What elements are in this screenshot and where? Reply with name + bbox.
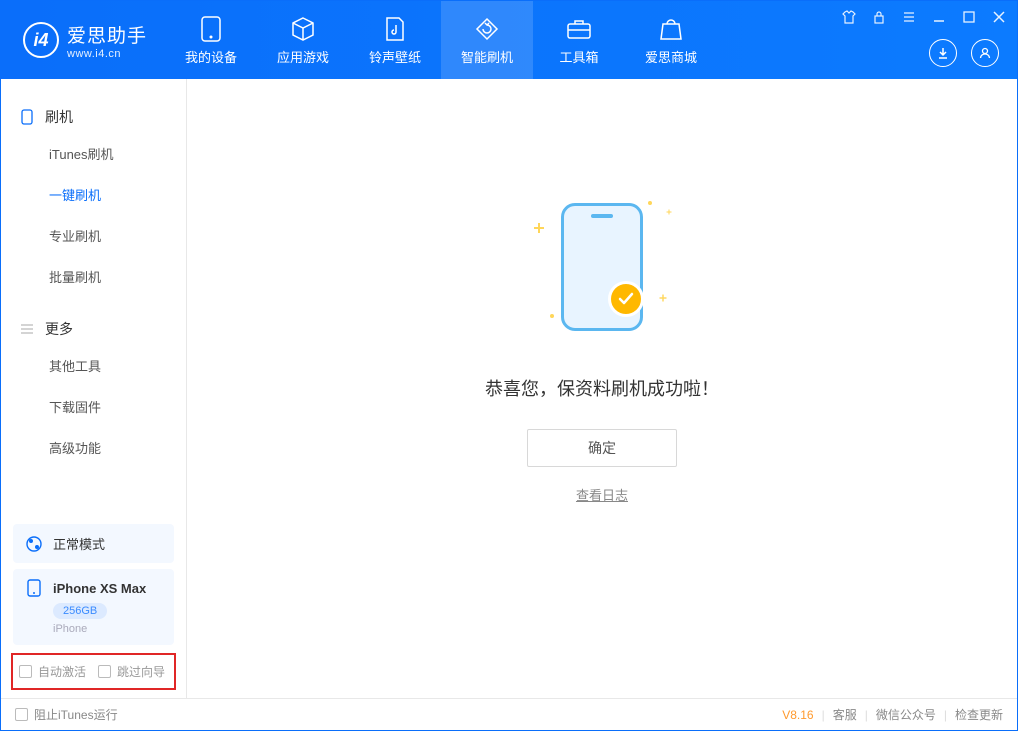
lock-icon[interactable] bbox=[871, 9, 887, 25]
sidebar-category-label: 刷机 bbox=[45, 107, 73, 127]
menu-list-icon bbox=[19, 321, 35, 337]
nav-ringtone-wallpaper[interactable]: 铃声壁纸 bbox=[349, 1, 441, 79]
sidebar-category-more: 更多 bbox=[1, 313, 186, 345]
checkbox-icon bbox=[98, 665, 111, 678]
nav-label: 铃声壁纸 bbox=[369, 47, 421, 66]
nav-label: 我的设备 bbox=[185, 47, 237, 66]
checkbox-label: 自动激活 bbox=[38, 663, 86, 680]
nav-apps-games[interactable]: 应用游戏 bbox=[257, 1, 349, 79]
nav-my-device[interactable]: 我的设备 bbox=[165, 1, 257, 79]
footer-link-support[interactable]: 客服 bbox=[833, 706, 857, 723]
checkbox-label: 阻止iTunes运行 bbox=[34, 706, 118, 723]
bag-icon bbox=[657, 15, 685, 43]
mode-label: 正常模式 bbox=[53, 534, 105, 553]
main-nav: 我的设备 应用游戏 铃声壁纸 智能刷机 工具箱 bbox=[165, 1, 717, 79]
sidebar-item-download-firmware[interactable]: 下载固件 bbox=[49, 386, 186, 427]
window-controls bbox=[841, 9, 1007, 25]
menu-icon[interactable] bbox=[901, 9, 917, 25]
nav-label: 智能刷机 bbox=[461, 47, 513, 66]
status-bar: 阻止iTunes运行 V8.16 | 客服 | 微信公众号 | 检查更新 bbox=[1, 698, 1017, 730]
checkbox-icon bbox=[19, 665, 32, 678]
nav-store[interactable]: 爱思商城 bbox=[625, 1, 717, 79]
success-illustration bbox=[512, 193, 692, 353]
cube-icon bbox=[289, 15, 317, 43]
nav-label: 应用游戏 bbox=[277, 47, 329, 66]
checkbox-auto-activate[interactable]: 自动激活 bbox=[19, 663, 86, 680]
header-right-actions bbox=[929, 39, 999, 67]
sidebar: 刷机 iTunes刷机 一键刷机 专业刷机 批量刷机 更多 其他工具 下载固件 … bbox=[1, 79, 187, 698]
footer-link-wechat[interactable]: 微信公众号 bbox=[876, 706, 936, 723]
sidebar-item-advanced[interactable]: 高级功能 bbox=[49, 427, 186, 468]
app-logo: i4 爱思助手 www.i4.cn bbox=[1, 1, 165, 79]
music-file-icon bbox=[381, 15, 409, 43]
device-type: iPhone bbox=[53, 623, 162, 635]
device-name: iPhone XS Max bbox=[53, 581, 146, 596]
checkbox-block-itunes[interactable]: 阻止iTunes运行 bbox=[15, 706, 118, 723]
checkbox-skip-guide[interactable]: 跳过向导 bbox=[98, 663, 165, 680]
success-message: 恭喜您，保资料刷机成功啦！ bbox=[485, 375, 719, 401]
device-storage-badge: 256GB bbox=[53, 603, 107, 619]
minimize-icon[interactable] bbox=[931, 9, 947, 25]
tshirt-icon[interactable] bbox=[841, 9, 857, 25]
maximize-icon[interactable] bbox=[961, 9, 977, 25]
version-label: V8.16 bbox=[782, 708, 813, 722]
mode-card[interactable]: 正常模式 bbox=[13, 524, 174, 563]
highlighted-checkbox-row: 自动激活 跳过向导 bbox=[11, 653, 176, 690]
footer-link-update[interactable]: 检查更新 bbox=[955, 706, 1003, 723]
app-name: 爱思助手 bbox=[67, 21, 147, 48]
sidebar-item-itunes-flash[interactable]: iTunes刷机 bbox=[49, 133, 186, 174]
logo-icon: i4 bbox=[23, 22, 59, 58]
checkbox-icon bbox=[15, 708, 28, 721]
ok-button[interactable]: 确定 bbox=[527, 429, 677, 467]
main-content: 恭喜您，保资料刷机成功啦！ 确定 查看日志 bbox=[187, 79, 1017, 698]
download-button[interactable] bbox=[929, 39, 957, 67]
sidebar-item-batch-flash[interactable]: 批量刷机 bbox=[49, 256, 186, 297]
checkbox-label: 跳过向导 bbox=[117, 663, 165, 680]
nav-smart-flash[interactable]: 智能刷机 bbox=[441, 1, 533, 79]
nav-label: 工具箱 bbox=[560, 47, 599, 66]
close-icon[interactable] bbox=[991, 9, 1007, 25]
phone-small-icon bbox=[19, 109, 35, 125]
device-icon bbox=[197, 15, 225, 43]
header-bar: i4 爱思助手 www.i4.cn 我的设备 应用游戏 铃声壁纸 bbox=[1, 1, 1017, 79]
view-log-link[interactable]: 查看日志 bbox=[576, 485, 628, 504]
nav-label: 爱思商城 bbox=[645, 47, 697, 66]
user-button[interactable] bbox=[971, 39, 999, 67]
sidebar-category-flash: 刷机 bbox=[1, 101, 186, 133]
nav-toolbox[interactable]: 工具箱 bbox=[533, 1, 625, 79]
check-badge-icon bbox=[608, 281, 644, 317]
sidebar-item-other-tools[interactable]: 其他工具 bbox=[49, 345, 186, 386]
device-card[interactable]: iPhone XS Max 256GB iPhone bbox=[13, 569, 174, 645]
device-small-icon bbox=[25, 579, 43, 597]
app-url: www.i4.cn bbox=[67, 48, 147, 60]
sidebar-category-label: 更多 bbox=[45, 319, 73, 339]
sidebar-item-pro-flash[interactable]: 专业刷机 bbox=[49, 215, 186, 256]
sidebar-item-oneclick-flash[interactable]: 一键刷机 bbox=[49, 174, 186, 215]
refresh-icon bbox=[473, 15, 501, 43]
toolbox-icon bbox=[565, 15, 593, 43]
mode-icon bbox=[25, 535, 43, 553]
